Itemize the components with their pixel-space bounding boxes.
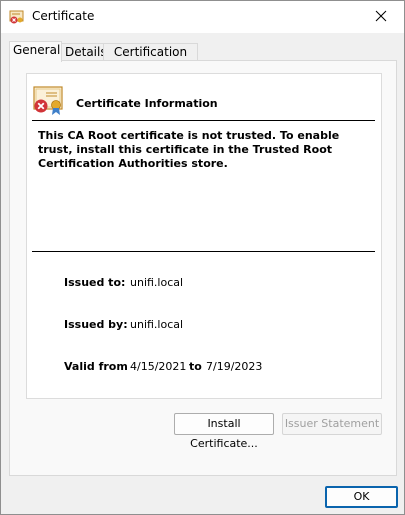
valid-from-label: Valid from: [64, 360, 128, 373]
certificate-error-icon: [32, 84, 66, 118]
certificate-icon: [9, 9, 25, 25]
tab-details[interactable]: Details: [61, 43, 108, 61]
certificate-info-heading: Certificate Information: [76, 97, 218, 110]
window-title: Certificate: [32, 9, 95, 23]
tab-general[interactable]: General: [9, 41, 62, 62]
certificate-dialog: Certificate General Details Certificatio…: [0, 0, 405, 515]
tab-certification-path[interactable]: Certification Path: [103, 43, 198, 76]
details-divider: [32, 251, 375, 252]
close-button[interactable]: [358, 1, 404, 33]
certificate-info-box: Certificate Information This CA Root cer…: [26, 73, 382, 399]
issuer-statement-button[interactable]: Issuer Statement: [282, 413, 382, 435]
issued-by-label: Issued by:: [64, 318, 128, 331]
ok-button[interactable]: OK: [325, 486, 398, 508]
valid-from-value: 4/15/2021: [130, 360, 187, 373]
valid-to-label: to: [189, 360, 202, 373]
issued-by-value: unifi.local: [130, 318, 184, 331]
install-certificate-button[interactable]: Install Certificate...: [174, 413, 274, 450]
issued-to-value: unifi.local: [130, 276, 184, 289]
issued-to-label: Issued to:: [64, 276, 126, 289]
close-icon: [375, 10, 387, 25]
general-tab-panel: Certificate Information This CA Root cer…: [9, 60, 397, 476]
header-divider: [32, 120, 375, 121]
valid-to-value: 7/19/2023: [206, 360, 263, 373]
title-bar: Certificate: [1, 1, 404, 33]
trust-warning-text: This CA Root certificate is not trusted.…: [38, 129, 340, 170]
